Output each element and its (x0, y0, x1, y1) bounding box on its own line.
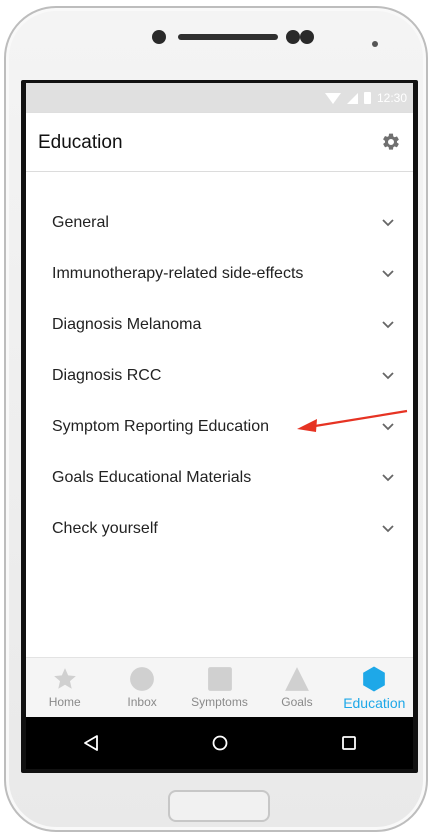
section-goals-materials[interactable]: Goals Educational Materials (26, 452, 413, 503)
sensor-dot (286, 30, 300, 44)
battery-icon (363, 92, 371, 104)
chevron-down-icon (382, 371, 394, 379)
tab-label: Inbox (127, 695, 157, 709)
section-label: Immunotherapy-related side-effects (52, 264, 304, 282)
recents-button[interactable] (329, 723, 369, 763)
tab-label: Symptoms (191, 695, 248, 709)
section-immunotherapy[interactable]: Immunotherapy-related side-effects (26, 248, 413, 299)
section-label: Diagnosis Melanoma (52, 315, 202, 333)
triangle-icon (285, 667, 309, 691)
status-bar: 12:30 (26, 83, 413, 113)
tab-label: Education (343, 695, 406, 711)
page-title: Education (38, 132, 123, 153)
chevron-down-icon (382, 218, 394, 226)
tab-goals[interactable]: Goals (258, 658, 335, 718)
tab-label: Goals (281, 695, 313, 709)
signal-icon (346, 92, 358, 104)
home-circle-icon (212, 735, 227, 751)
annotation-arrow-icon (297, 409, 408, 432)
chevron-down-icon (382, 320, 394, 328)
section-label: General (52, 213, 109, 231)
chevron-down-icon (382, 269, 394, 277)
gear-icon[interactable] (381, 132, 401, 152)
bottom-tab-bar: Home Inbox Symptoms Goals Education (26, 657, 413, 718)
section-general[interactable]: General (26, 197, 413, 248)
tab-education[interactable]: Education (336, 658, 413, 718)
section-label: Goals Educational Materials (52, 468, 252, 486)
home-nav-button[interactable] (200, 723, 240, 763)
earpiece-speaker (178, 34, 278, 40)
status-time: 12:30 (376, 91, 407, 105)
section-diagnosis-rcc[interactable]: Diagnosis RCC (26, 350, 413, 401)
front-camera (152, 30, 166, 44)
wifi-icon (324, 92, 341, 104)
physical-home-button[interactable] (168, 790, 270, 822)
square-icon (207, 667, 232, 691)
section-label: Check yourself (52, 519, 158, 537)
sensor-dot (300, 30, 314, 44)
section-check-yourself[interactable]: Check yourself (26, 503, 413, 554)
tab-home[interactable]: Home (26, 658, 103, 718)
tab-label: Home (48, 695, 81, 709)
star-icon (53, 668, 76, 689)
chevron-down-icon (382, 524, 394, 532)
hexagon-icon (363, 666, 386, 692)
chevron-down-icon (382, 473, 394, 481)
tab-symptoms[interactable]: Symptoms (181, 658, 258, 718)
app-bar: Education (26, 113, 413, 172)
back-triangle-icon (83, 735, 98, 751)
section-label: Diagnosis RCC (52, 366, 162, 384)
recents-square-icon (341, 736, 356, 750)
section-label: Symptom Reporting Education (52, 417, 269, 435)
tab-inbox[interactable]: Inbox (103, 658, 180, 718)
circle-icon (130, 667, 155, 691)
section-diagnosis-melanoma[interactable]: Diagnosis Melanoma (26, 299, 413, 350)
back-button[interactable] (71, 723, 111, 763)
android-nav-bar (26, 717, 413, 769)
indicator-dot (372, 41, 378, 47)
